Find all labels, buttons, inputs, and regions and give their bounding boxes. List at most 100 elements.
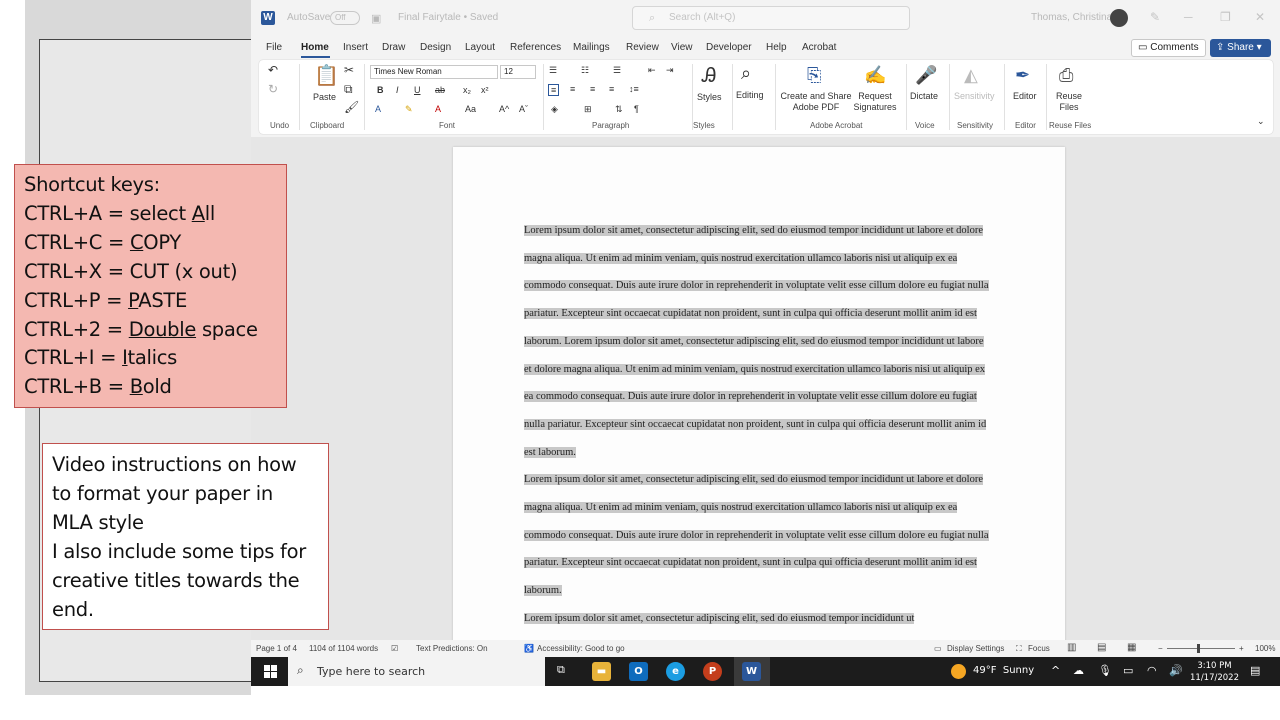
focus-button[interactable]: Focus (1028, 644, 1050, 653)
tab-insert[interactable]: Insert (343, 42, 368, 53)
read-mode-icon[interactable]: ▥ (1067, 642, 1076, 653)
editing-icon[interactable]: ⌕ (741, 63, 751, 84)
paste-label[interactable]: Paste (313, 92, 336, 102)
close-icon[interactable]: ✕ (1255, 10, 1265, 24)
paragraph[interactable]: Lorem ipsum dolor sit amet, consectetur … (524, 605, 990, 633)
share-button[interactable]: ⇪ Share ▾ (1210, 39, 1271, 57)
line-spacing-icon[interactable]: ↕≡ (629, 84, 639, 94)
font-color-icon[interactable]: A (435, 104, 441, 114)
tab-review[interactable]: Review (626, 42, 659, 53)
subscript-icon[interactable]: x₂ (463, 85, 471, 95)
font-name-select[interactable]: Times New Roman (370, 65, 498, 79)
edge-icon[interactable]: e (666, 662, 685, 681)
request-signatures-button[interactable]: Request Signatures (851, 91, 899, 113)
bullets-icon[interactable]: ☰ (549, 65, 557, 76)
volume-icon[interactable]: 🔊 (1169, 664, 1183, 677)
tab-draw[interactable]: Draw (382, 42, 405, 53)
notification-icon[interactable]: ▤ (1250, 664, 1260, 677)
sort-icon[interactable]: ⇅ (615, 104, 623, 115)
page-count[interactable]: Page 1 of 4 (256, 644, 297, 653)
weather-sun-icon[interactable] (951, 664, 966, 679)
align-left-icon[interactable]: ≡ (548, 84, 560, 96)
system-clock[interactable]: 3:10 PM 11/17/2022 (1190, 660, 1239, 684)
increase-indent-icon[interactable]: ⇥ (666, 65, 674, 76)
shading-icon[interactable]: ◈ (551, 104, 558, 115)
tab-view[interactable]: View (671, 42, 693, 53)
selected-text[interactable]: Lorem ipsum dolor sit amet, consectetur … (524, 474, 989, 597)
powerpoint-icon[interactable]: P (703, 662, 722, 681)
collapse-ribbon-icon[interactable]: ⌄ (1257, 116, 1265, 127)
tab-file[interactable]: File (266, 42, 282, 53)
web-layout-icon[interactable]: ▦ (1127, 642, 1136, 653)
reuse-files-button[interactable]: Reuse Files (1049, 91, 1089, 113)
redo-icon[interactable]: ↻ (268, 82, 278, 96)
proofing-icon[interactable]: ☑ (391, 644, 398, 653)
editor-icon[interactable]: ✒ (1015, 65, 1030, 86)
show-marks-icon[interactable]: ¶ (634, 104, 639, 114)
underline-icon[interactable]: U (414, 85, 421, 95)
restore-icon[interactable]: ❐ (1220, 10, 1231, 24)
bold-icon[interactable]: B (377, 85, 384, 95)
undo-icon[interactable]: ↶ (268, 63, 278, 77)
tab-help[interactable]: Help (766, 42, 787, 53)
decrease-indent-icon[interactable]: ⇤ (648, 65, 656, 76)
weather-widget[interactable]: 49°F Sunny (973, 665, 1034, 676)
zoom-slider[interactable] (1167, 648, 1235, 649)
borders-icon[interactable]: ⊞ (584, 104, 592, 115)
signature-icon[interactable]: ✍ (864, 65, 886, 86)
document-body[interactable]: Lorem ipsum dolor sit amet, consectetur … (524, 217, 990, 633)
strikethrough-icon[interactable]: ab (435, 85, 445, 95)
zoom-in-icon[interactable]: + (1239, 644, 1244, 653)
document-canvas[interactable]: Lorem ipsum dolor sit amet, consectetur … (251, 137, 1280, 640)
superscript-icon[interactable]: x² (481, 85, 489, 95)
text-predictions[interactable]: Text Predictions: On (416, 644, 488, 653)
onedrive-icon[interactable]: ☁ (1073, 664, 1084, 677)
align-right-icon[interactable]: ≡ (590, 84, 595, 94)
word-taskbar-icon[interactable]: W (742, 662, 761, 681)
align-center-icon[interactable]: ≡ (570, 84, 575, 94)
selected-text[interactable]: Lorem ipsum dolor sit amet, consectetur … (524, 225, 989, 458)
document-page[interactable]: Lorem ipsum dolor sit amet, consectetur … (453, 147, 1065, 640)
wifi-icon[interactable]: ◠ (1147, 664, 1157, 677)
tab-layout[interactable]: Layout (465, 42, 495, 53)
adobe-pdf-icon[interactable]: ⎘ (807, 65, 821, 86)
battery-icon[interactable]: ▭ (1123, 664, 1133, 677)
tab-mailings[interactable]: Mailings (573, 42, 610, 53)
tab-references[interactable]: References (510, 42, 561, 53)
word-count[interactable]: 1104 of 1104 words (309, 644, 378, 653)
microphone-icon[interactable]: 🎤 (915, 65, 937, 86)
display-settings[interactable]: Display Settings (947, 644, 1004, 653)
save-icon[interactable]: ▣ (371, 12, 381, 25)
change-case-icon[interactable]: Aa (465, 104, 476, 114)
avatar[interactable] (1110, 9, 1128, 27)
document-title[interactable]: Final Fairytale • Saved (398, 12, 498, 23)
tab-developer[interactable]: Developer (706, 42, 752, 53)
pen-icon[interactable]: ✎ (1150, 10, 1160, 24)
comments-button[interactable]: ▭ Comments (1131, 39, 1206, 57)
zoom-slider-thumb[interactable] (1197, 644, 1200, 653)
grow-font-icon[interactable]: A^ (499, 104, 509, 114)
autosave-toggle[interactable]: Off (330, 11, 360, 25)
task-view-icon[interactable]: ⧉ (557, 663, 565, 677)
shrink-font-icon[interactable]: Aˇ (519, 104, 528, 114)
numbering-icon[interactable]: ☷ (581, 65, 589, 76)
paragraph[interactable]: Lorem ipsum dolor sit amet, consectetur … (524, 466, 990, 605)
styles-icon[interactable]: Ꭿ (702, 65, 716, 88)
editor-label[interactable]: Editor (1013, 91, 1037, 101)
copy-icon[interactable]: ⧉ (344, 82, 353, 97)
text-effects-icon[interactable]: A (375, 104, 381, 114)
multilevel-list-icon[interactable]: ☰ (613, 65, 621, 76)
zoom-out-icon[interactable]: − (1158, 644, 1163, 653)
cut-icon[interactable]: ✂ (344, 63, 354, 77)
search-input[interactable]: ⌕ Search (Alt+Q) (632, 6, 910, 30)
font-size-select[interactable]: 12 (500, 65, 536, 79)
italic-icon[interactable]: I (396, 85, 399, 95)
reuse-files-icon[interactable]: ⎙ (1059, 65, 1073, 86)
highlight-icon[interactable]: ✎ (405, 104, 413, 115)
paste-icon[interactable]: 📋 (314, 63, 339, 88)
minimize-icon[interactable]: ─ (1184, 10, 1193, 24)
selected-text[interactable]: Lorem ipsum dolor sit amet, consectetur … (524, 612, 915, 624)
tray-microphone-icon[interactable]: 🎙 (1098, 664, 1112, 677)
tab-home[interactable]: Home (301, 42, 329, 53)
taskbar-search-input[interactable]: ⌕ Type here to search (288, 657, 545, 686)
